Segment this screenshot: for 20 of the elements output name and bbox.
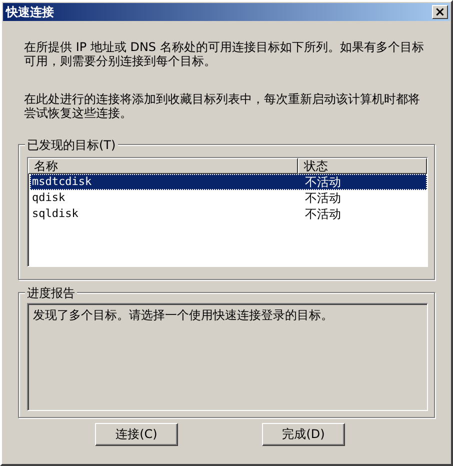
dialog-button[interactable]: 连接(C) [95, 423, 178, 446]
target-status: 不活动 [304, 206, 342, 222]
list-row[interactable]: qdisk 不活动 [30, 190, 427, 206]
description-text: 在此处进行的连接将添加到收藏目标列表中，每次重新启动该计算机时都将尝试恢复这些连接。 [24, 92, 421, 120]
target-name: sqldisk [31, 206, 80, 222]
dialog-button[interactable]: 完成(D) [262, 423, 345, 446]
list-row[interactable]: sqldisk 不活动 [30, 206, 427, 222]
column-header[interactable]: 状态 [298, 158, 427, 174]
target-status: 不活动 [304, 174, 342, 190]
target-name: qdisk [31, 190, 66, 206]
list-row[interactable]: msdtcdisk 不活动 [30, 174, 427, 190]
column-header[interactable]: 名称 [28, 158, 298, 174]
target-name: msdtcdisk [31, 174, 93, 190]
progress-report: 发现了多个目标。请选择一个使用快速连接登录的目标。 [27, 303, 428, 411]
group-label: 进度报告 [25, 285, 77, 302]
close-button[interactable]: × [432, 5, 448, 19]
window-title: 快速连接 [6, 4, 54, 20]
group-label: 已发现的目标(T) [25, 137, 118, 154]
target-status: 不活动 [304, 190, 342, 206]
description-text: 在所提供 IP 地址或 DNS 名称处的可用连接目标如下所列。如果有多个目标可用，则需要分别连接到每个目标。 [24, 40, 424, 68]
